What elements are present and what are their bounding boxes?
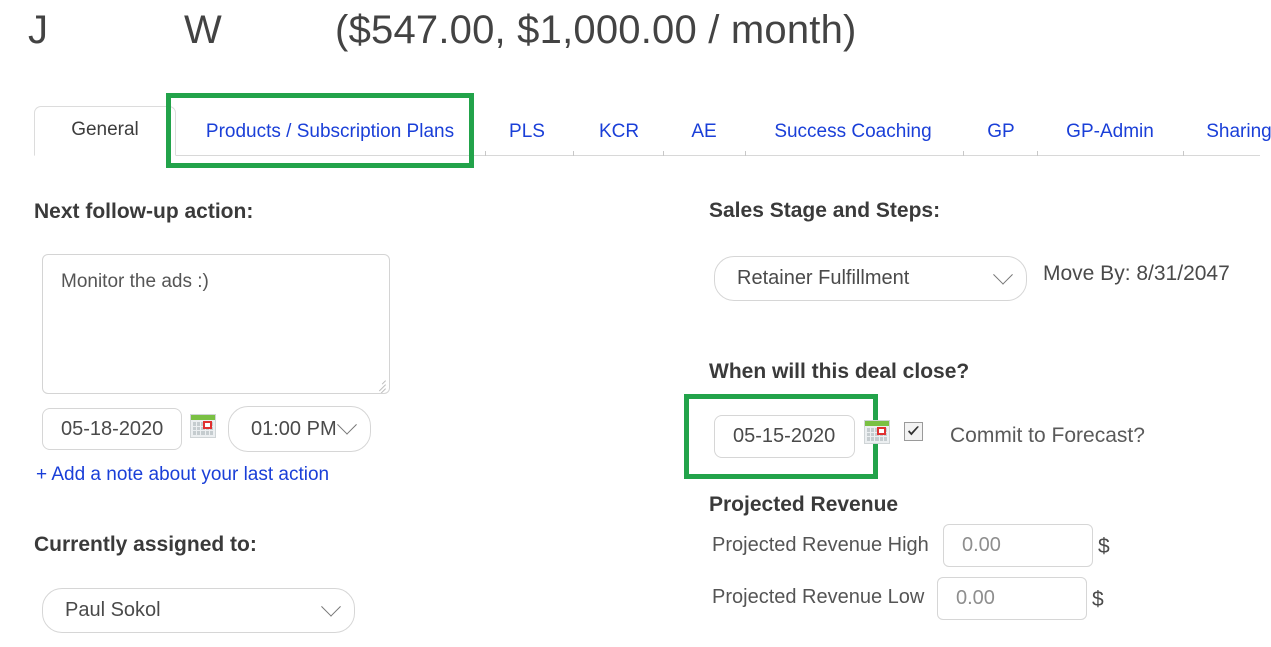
tab-baseline <box>34 155 1260 156</box>
calendar-icon[interactable] <box>190 414 216 438</box>
calendar-icon[interactable] <box>864 420 890 444</box>
tab-ae[interactable]: AE <box>664 109 744 155</box>
assigned-user-value: Paul Sokol <box>65 599 161 622</box>
chevron-down-icon <box>321 596 341 616</box>
projected-revenue-low-currency: $ <box>1092 588 1104 612</box>
chevron-down-icon <box>993 264 1013 284</box>
follow-up-note-textarea[interactable]: Monitor the ads :) <box>42 254 390 394</box>
tab-products-subscription-plans[interactable]: Products / Subscription Plans <box>176 109 484 155</box>
add-note-link[interactable]: + Add a note about your last action <box>36 464 329 486</box>
projected-revenue-low-value: 0.00 <box>956 587 995 610</box>
tab-kcr[interactable]: KCR <box>574 109 664 155</box>
sales-stage-value: Retainer Fulfillment <box>737 267 909 290</box>
follow-up-time-select[interactable]: 01:00 PM <box>228 406 371 452</box>
follow-up-date-value: 05-18-2020 <box>61 418 163 441</box>
page-title: J W ($547.00, $1,000.00 / month) <box>28 8 857 53</box>
calendar-icon-header <box>191 415 215 420</box>
tab-gp-admin[interactable]: GP-Admin <box>1038 109 1182 155</box>
projected-revenue-high-value: 0.00 <box>962 534 1001 557</box>
resize-handle[interactable] <box>372 376 386 390</box>
tab-pls[interactable]: PLS <box>486 109 568 155</box>
follow-up-time-value: 01:00 PM <box>251 418 337 441</box>
assigned-user-select[interactable]: Paul Sokol <box>42 588 355 633</box>
calendar-icon-header <box>865 421 889 426</box>
tab-sharing[interactable]: Sharing <box>1184 109 1271 155</box>
projected-revenue-heading: Projected Revenue <box>709 493 898 517</box>
calendar-icon-selected-day <box>203 421 212 429</box>
commit-to-forecast-checkbox[interactable] <box>904 422 923 441</box>
commit-to-forecast-label: Commit to Forecast? <box>950 424 1145 448</box>
calendar-icon-selected-day <box>877 427 886 435</box>
follow-up-date-input[interactable]: 05-18-2020 <box>42 408 182 450</box>
projected-revenue-high-currency: $ <box>1098 535 1110 559</box>
close-date-input[interactable]: 05-15-2020 <box>714 415 855 458</box>
tab-bar: General Products / Subscription Plans PL… <box>34 100 1260 156</box>
chevron-down-icon <box>337 415 357 435</box>
follow-up-note-text: Monitor the ads :) <box>61 271 209 292</box>
projected-revenue-high-input[interactable]: 0.00 <box>943 524 1093 567</box>
tab-gp[interactable]: GP <box>964 109 1038 155</box>
next-follow-up-heading: Next follow-up action: <box>34 200 253 224</box>
deal-close-heading: When will this deal close? <box>709 360 969 384</box>
close-date-value: 05-15-2020 <box>733 425 835 448</box>
move-by-text: Move By: 8/31/2047 <box>1043 262 1230 286</box>
tab-success-coaching[interactable]: Success Coaching <box>746 109 960 155</box>
tab-general[interactable]: General <box>34 106 176 156</box>
currently-assigned-heading: Currently assigned to: <box>34 533 257 557</box>
projected-revenue-low-input[interactable]: 0.00 <box>937 577 1087 620</box>
sales-stage-heading: Sales Stage and Steps: <box>709 199 940 223</box>
sales-stage-select[interactable]: Retainer Fulfillment <box>714 256 1027 301</box>
projected-revenue-high-label: Projected Revenue High <box>712 534 929 557</box>
projected-revenue-low-label: Projected Revenue Low <box>712 586 924 609</box>
